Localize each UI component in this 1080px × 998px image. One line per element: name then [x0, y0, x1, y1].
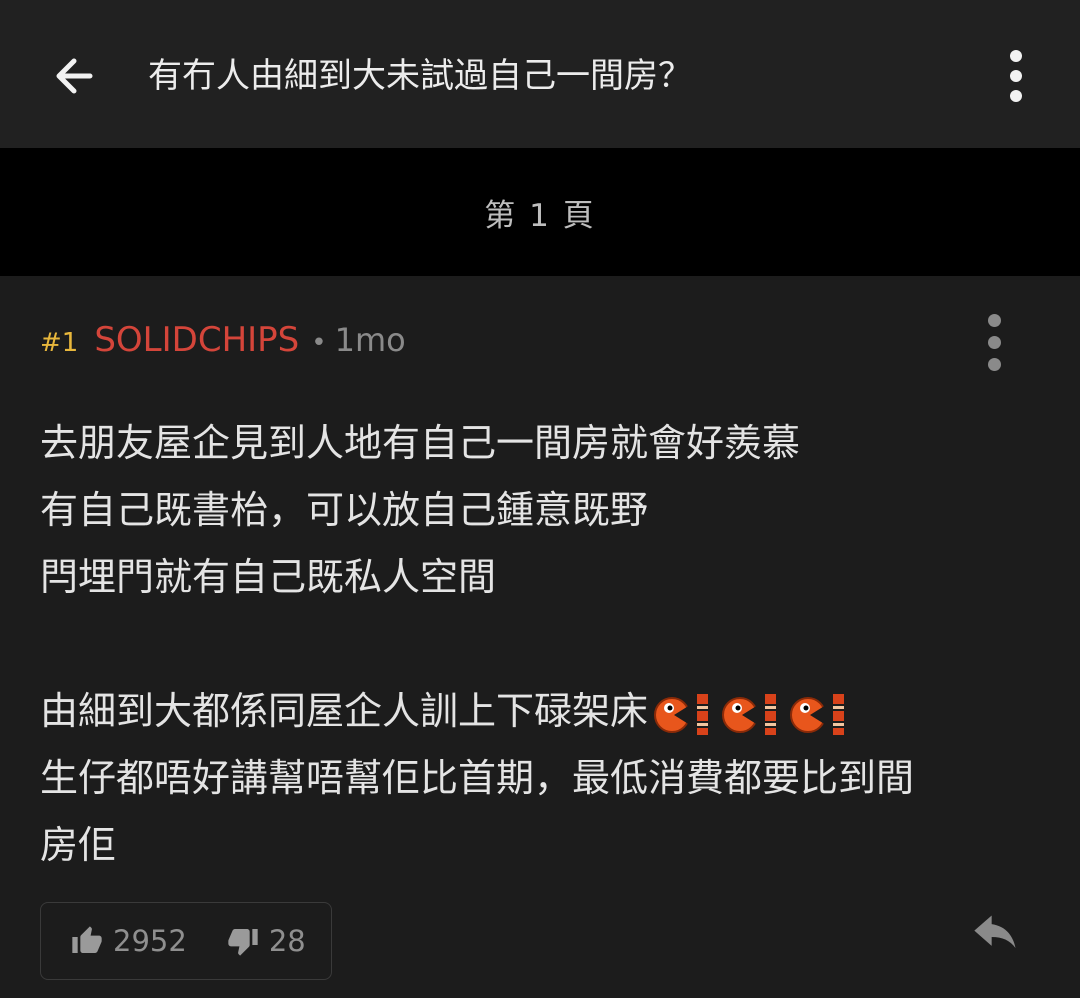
orange-pacman-brick-icon: [654, 693, 709, 735]
like-button[interactable]: 2952: [71, 924, 187, 958]
post-menu-button[interactable]: [976, 312, 1012, 372]
thumbs-up-icon: [72, 926, 102, 953]
post-number: #1: [40, 328, 79, 358]
like-count: 2952: [113, 924, 187, 958]
thread-menu-button[interactable]: [996, 46, 1036, 106]
back-button[interactable]: [44, 46, 104, 106]
dislike-button[interactable]: 28: [227, 924, 306, 958]
post-body-line: 生仔都唔好講幫唔幫佢比首期，最低消費都要比到間: [40, 756, 915, 800]
post-timestamp: 1mo: [334, 321, 406, 359]
app-header: 有冇人由細到大未試過自己一間房？: [0, 0, 1080, 148]
dislike-count: 28: [268, 924, 306, 958]
more-vertical-icon: [987, 313, 1001, 327]
more-vertical-icon: [1010, 50, 1022, 62]
reply-button[interactable]: [968, 910, 1024, 960]
post-body-line: 房佢: [40, 823, 117, 867]
emoji-group: [652, 690, 850, 738]
thumbs-down-icon: [228, 929, 258, 956]
post-header: #1 SOLIDCHIPS • 1mo: [40, 320, 406, 368]
page-label: 第 1 頁: [484, 197, 596, 234]
post-card: #1 SOLIDCHIPS • 1mo 去朋友屋企見到人地有自己一間房就會好羨慕…: [0, 276, 1080, 998]
arrow-left-icon: [56, 58, 93, 94]
post-body-line: 有自己既書枱，可以放自己鍾意既野: [40, 488, 649, 532]
post-body-line-with-emoji: 由細到大都係同屋企人訓上下碌架床: [40, 678, 1040, 745]
page-indicator[interactable]: 第 1 頁: [0, 148, 1080, 276]
post-username[interactable]: SOLIDCHIPS: [94, 320, 299, 360]
orange-pacman-brick-icon: [722, 693, 777, 735]
reply-arrow-icon: [974, 915, 1016, 948]
post-body-line: 去朋友屋企見到人地有自己一間房就會好羨慕: [40, 421, 801, 465]
post-body: 去朋友屋企見到人地有自己一間房就會好羨慕 有自己既書枱，可以放自己鍾意既野 閂埋…: [40, 410, 1040, 879]
orange-pacman-brick-icon: [790, 693, 845, 735]
post-body-line: 閂埋門就有自己既私人空間: [40, 555, 497, 599]
post-meta-separator: •: [311, 328, 327, 358]
post-body-blank-line: [40, 611, 1040, 678]
vote-box: 2952 28: [40, 902, 332, 980]
thread-title: 有冇人由細到大未試過自己一間房？: [148, 56, 692, 96]
post-body-line-text: 由細到大都係同屋企人訓上下碌架床: [40, 689, 649, 733]
